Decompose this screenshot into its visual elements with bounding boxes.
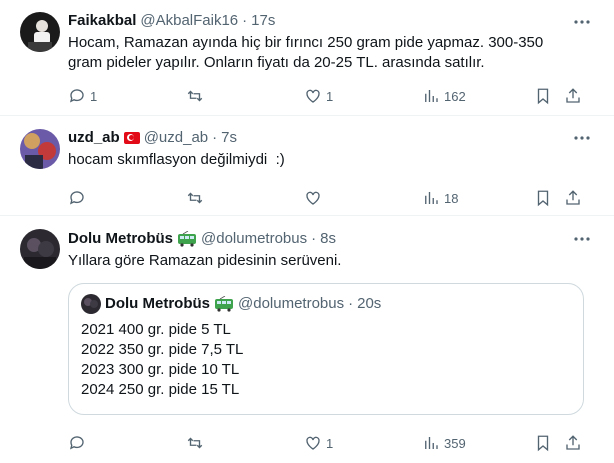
quote-line: 2022 350 gr. pide 7,5 TL xyxy=(81,341,244,358)
bookmark-icon xyxy=(537,190,549,207)
handle[interactable]: @dolumetrobus xyxy=(201,229,307,249)
tweet-actions: 1 359 xyxy=(68,433,592,453)
heart-icon xyxy=(306,89,320,103)
bookmark-button[interactable] xyxy=(534,189,564,207)
retweet-button[interactable] xyxy=(186,189,304,207)
like-button[interactable] xyxy=(304,189,422,207)
like-button[interactable]: 1 xyxy=(304,87,422,105)
tweet-actions: 1 1 162 xyxy=(68,86,592,106)
avatar[interactable] xyxy=(20,229,60,269)
bookmark-icon xyxy=(537,88,549,105)
reply-button[interactable]: 1 xyxy=(68,87,186,105)
quote-handle: @dolumetrobus xyxy=(238,295,345,312)
trolleybus-icon xyxy=(215,296,233,312)
separator: · xyxy=(348,295,354,312)
more-options-icon[interactable] xyxy=(572,229,592,249)
views-count: 162 xyxy=(444,88,466,104)
reply-icon xyxy=(69,436,84,450)
separator: · xyxy=(242,12,248,29)
trolleybus-icon xyxy=(178,231,196,247)
share-button[interactable] xyxy=(564,434,582,452)
quote-line: 2023 300 gr. pide 10 TL xyxy=(81,361,240,378)
display-name[interactable]: Faikakbal xyxy=(68,11,136,31)
views-icon xyxy=(425,90,438,102)
retweet-icon xyxy=(187,192,203,204)
tweet-header: Faikakbal @AkbalFaik16 · 17s xyxy=(68,11,598,31)
quoted-tweet[interactable]: Dolu Metrobüs @dolumetrobus · 20s 2021 4… xyxy=(68,283,584,415)
more-options-icon[interactable] xyxy=(572,128,592,148)
turkey-flag-icon xyxy=(123,132,140,144)
retweet-button[interactable] xyxy=(186,87,304,105)
quote-text: 2021 400 gr. pide 5 TL 2022 350 gr. pide… xyxy=(81,320,571,400)
reply-icon xyxy=(69,89,84,103)
separator: · xyxy=(212,129,218,146)
tweet-faikakbal[interactable]: Faikakbal @AkbalFaik16 · 17s Hocam, Rama… xyxy=(0,0,614,116)
handle[interactable]: @AkbalFaik16 xyxy=(140,11,238,31)
heart-icon xyxy=(306,191,320,205)
share-button[interactable] xyxy=(564,87,582,105)
avatar[interactable] xyxy=(20,129,60,169)
bookmark-button[interactable] xyxy=(534,434,564,452)
views-button[interactable]: 359 xyxy=(422,434,534,452)
reply-count: 1 xyxy=(90,88,98,104)
timestamp[interactable]: 7s xyxy=(221,128,237,148)
heart-icon xyxy=(306,436,320,450)
share-icon xyxy=(566,435,580,450)
display-name[interactable]: uzd_ab xyxy=(68,128,120,148)
quote-avatar xyxy=(81,294,101,314)
views-button[interactable]: 18 xyxy=(422,189,534,207)
display-name[interactable]: Dolu Metrobüs xyxy=(68,229,173,249)
tweet-header: Dolu Metrobüs @dolumetrobus · 8s xyxy=(68,229,598,249)
retweet-icon xyxy=(187,437,203,449)
like-count: 1 xyxy=(326,435,334,451)
views-icon xyxy=(425,437,438,449)
quote-header: Dolu Metrobüs @dolumetrobus · 20s xyxy=(81,294,571,314)
separator: · xyxy=(311,230,317,247)
quote-timestamp: 20s xyxy=(357,295,382,312)
timestamp[interactable]: 17s xyxy=(251,11,275,31)
views-button[interactable]: 162 xyxy=(422,87,534,105)
quote-line: 2024 250 gr. pide 15 TL xyxy=(81,381,240,398)
share-button[interactable] xyxy=(564,189,582,207)
reply-button[interactable] xyxy=(68,434,186,452)
retweet-icon xyxy=(187,90,203,102)
share-icon xyxy=(566,88,580,103)
quote-line: 2021 400 gr. pide 5 TL xyxy=(81,321,231,338)
views-icon xyxy=(425,192,438,204)
like-count: 1 xyxy=(326,88,334,104)
reply-icon xyxy=(69,191,84,205)
share-icon xyxy=(566,190,580,205)
handle[interactable]: @uzd_ab xyxy=(144,128,208,148)
tweet-text: hocam skımflasyon değilmiydi :) xyxy=(68,151,285,168)
retweet-button[interactable] xyxy=(186,434,304,452)
like-button[interactable]: 1 xyxy=(304,434,422,452)
tweet-header: uzd_ab @uzd_ab · 7s xyxy=(68,128,598,148)
bookmark-button[interactable] xyxy=(534,87,564,105)
tweet-uzd-ab[interactable]: uzd_ab @uzd_ab · 7s hocam skımflasyon de… xyxy=(0,116,614,216)
views-count: 18 xyxy=(444,190,459,206)
avatar[interactable] xyxy=(20,12,60,52)
tweet-actions: 18 xyxy=(68,188,592,208)
views-count: 359 xyxy=(444,435,466,451)
tweet-text: Yıllara göre Ramazan pidesinin serüveni. xyxy=(68,252,342,269)
tweet-text: Hocam, Ramazan ayında hiç bir fırıncı 25… xyxy=(68,34,548,71)
reply-button[interactable] xyxy=(68,189,186,207)
quote-display-name: Dolu Metrobüs xyxy=(105,295,210,312)
timestamp[interactable]: 8s xyxy=(320,229,336,249)
more-options-icon[interactable] xyxy=(572,12,592,32)
bookmark-icon xyxy=(537,435,549,452)
tweet-dolumetrobus[interactable]: Dolu Metrobüs @dolumetrobus · 8s Yıllara… xyxy=(0,216,614,463)
